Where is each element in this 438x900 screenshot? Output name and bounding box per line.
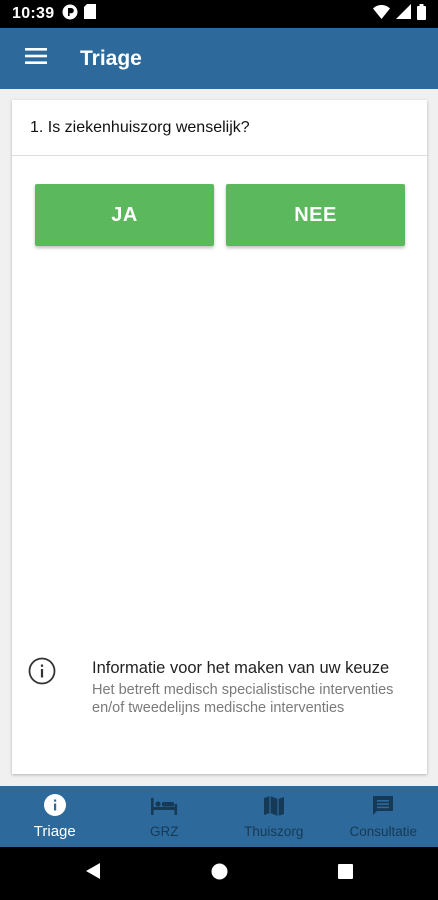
battery-icon xyxy=(417,3,426,25)
question-card: 1. Is ziekenhuiszorg wenselijk? JA NEE I… xyxy=(12,100,427,774)
nav-label-thuiszorg: Thuiszorg xyxy=(244,824,304,839)
nav-item-consultatie[interactable]: Consultatie xyxy=(329,786,438,847)
hamburger-menu-icon xyxy=(25,48,47,69)
info-block: Informatie voor het maken van uw keuze H… xyxy=(28,657,418,717)
back-triangle-icon xyxy=(85,862,101,885)
info-filled-icon xyxy=(43,793,67,817)
answer-yes-button[interactable]: JA xyxy=(35,184,214,246)
info-icon xyxy=(28,657,58,687)
system-nav-bar xyxy=(0,847,438,900)
status-right-icons xyxy=(373,3,426,25)
answer-no-button[interactable]: NEE xyxy=(226,184,405,246)
question-text: 1. Is ziekenhuiszorg wenselijk? xyxy=(12,100,427,156)
nav-item-grz[interactable]: GRZ xyxy=(110,786,220,847)
bed-icon xyxy=(150,794,178,818)
status-left-icons xyxy=(62,4,97,25)
app-bar: Triage xyxy=(0,28,438,89)
nav-label-consultatie: Consultatie xyxy=(349,824,418,839)
menu-button[interactable] xyxy=(0,28,72,89)
app-notification-icon xyxy=(62,4,78,25)
info-text: Informatie voor het maken van uw keuze H… xyxy=(92,657,418,717)
back-button[interactable] xyxy=(30,862,156,885)
sim-card-icon xyxy=(84,4,97,24)
nav-item-triage[interactable]: Triage xyxy=(0,786,110,847)
bottom-nav: Triage GRZ Thuiszorg Consultatie xyxy=(0,786,438,847)
answer-buttons: JA NEE xyxy=(35,184,405,246)
status-time: 10:39 xyxy=(12,5,55,22)
nav-label-grz: GRZ xyxy=(150,824,179,839)
map-icon xyxy=(263,794,285,818)
nav-item-thuiszorg[interactable]: Thuiszorg xyxy=(219,786,329,847)
home-button[interactable] xyxy=(156,863,282,885)
info-title: Informatie voor het maken van uw keuze xyxy=(92,659,390,677)
cellular-signal-icon xyxy=(396,4,411,24)
status-bar: 10:39 xyxy=(0,0,438,28)
recents-button[interactable] xyxy=(282,863,408,884)
info-description: Het betreft medisch specialistische inte… xyxy=(92,682,394,716)
page-title: Triage xyxy=(80,46,142,70)
wifi-icon xyxy=(373,4,390,24)
recents-square-icon xyxy=(337,863,353,884)
chat-icon xyxy=(372,794,394,818)
home-circle-icon xyxy=(211,863,228,885)
nav-label-triage: Triage xyxy=(33,823,76,840)
